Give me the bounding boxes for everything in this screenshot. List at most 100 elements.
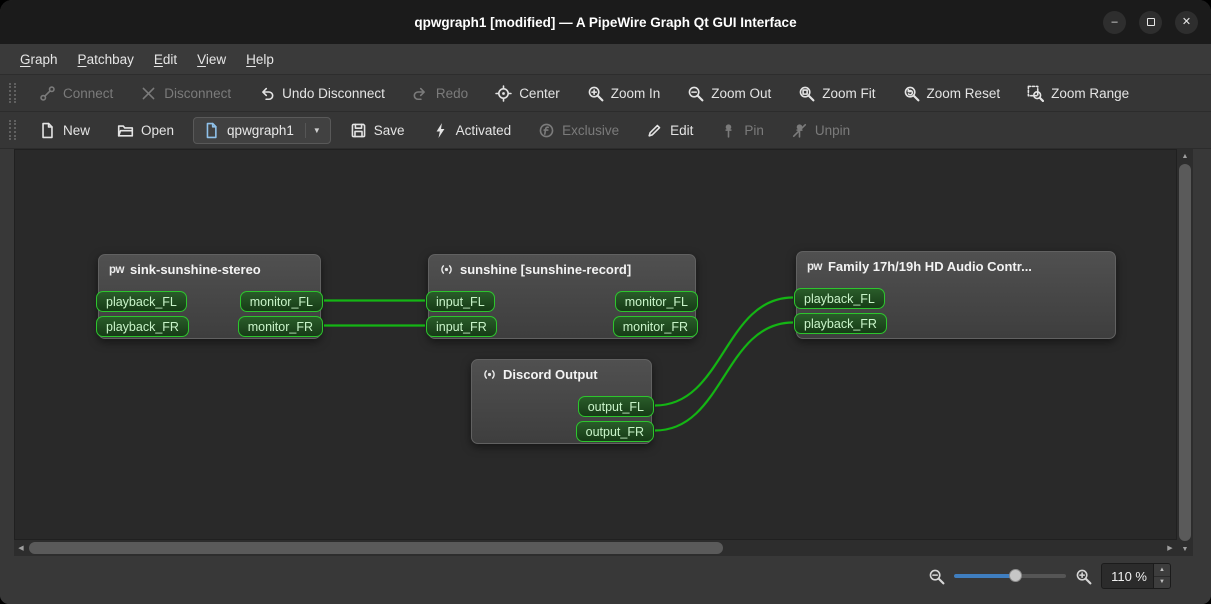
unpin-button[interactable]: Unpin — [783, 117, 858, 144]
edit-label: Edit — [670, 122, 694, 138]
toolbar-grip[interactable] — [9, 120, 16, 140]
audio-app-icon — [439, 262, 454, 277]
scroll-up-button[interactable]: ▲ — [1177, 149, 1193, 163]
zoom-fit-label: Zoom Fit — [822, 85, 876, 101]
node-title: Discord Output — [503, 367, 598, 382]
exclusive-label: Exclusive — [562, 122, 620, 138]
port-family-playback_FL[interactable]: playback_FL — [794, 288, 885, 309]
graph-node-sunshine[interactable]: sunshine [sunshine-record] input_FL input_… — [426, 254, 698, 339]
graph-node-sink[interactable]: pw sink-sunshine-stereo playback_FLplaybac… — [96, 254, 323, 339]
zoom-range-button[interactable]: Zoom Range — [1019, 80, 1137, 107]
connect-button[interactable]: Connect — [31, 80, 121, 107]
connection-wires — [323, 296, 794, 432]
chevron-down-icon: ▼ — [304, 122, 321, 138]
menu-edit[interactable]: Edit — [144, 48, 187, 71]
audio-app-icon — [482, 367, 497, 382]
graph-canvas[interactable]: pw sink-sunshine-stereo playback_FL playbac… — [14, 149, 1177, 540]
center-label: Center — [519, 85, 560, 101]
zoom-slider-handle[interactable] — [1009, 569, 1023, 582]
exclusive-button[interactable]: Exclusive — [530, 117, 627, 144]
undo-disconnect-button[interactable]: Undo Disconnect — [250, 80, 393, 107]
open-button[interactable]: Open — [109, 117, 182, 144]
zoom-fit-icon — [798, 85, 815, 102]
vertical-scrollbar[interactable]: ▲ ▼ — [1177, 149, 1193, 556]
new-label: New — [63, 122, 91, 138]
node-header: sunshine [sunshine-record] — [429, 255, 695, 277]
spin-down-button[interactable]: ▼ — [1154, 576, 1170, 588]
session-combo[interactable]: qpwgraph1 ▼ — [193, 116, 331, 144]
save-button[interactable]: Save — [342, 117, 413, 144]
pin-label: Pin — [744, 122, 764, 138]
port-sink-playback_FR[interactable]: playback_FR — [96, 316, 189, 337]
zoom-in-button[interactable]: Zoom In — [579, 80, 669, 107]
save-label: Save — [373, 122, 405, 138]
port-sunshine-input_FR[interactable]: input_FR — [426, 316, 497, 337]
port-sink-monitor_FL[interactable]: monitor_FL — [239, 291, 323, 312]
close-button[interactable]: ✕ — [1175, 10, 1198, 34]
redo-button[interactable]: Redo — [404, 80, 476, 107]
vertical-scroll-thumb[interactable] — [1179, 164, 1191, 541]
graph-node-discord[interactable]: Discord Output output_FL output_FR — [471, 359, 654, 444]
graph-node-family[interactable]: pw Family 17h/19h HD Audio Contr... playba… — [794, 251, 1116, 339]
window-controls: – ✕ — [1103, 0, 1198, 44]
port-sunshine-input_FL[interactable]: input_FL — [426, 291, 495, 312]
connect-icon — [39, 85, 56, 102]
toolbar-file: New Open qpwgraph1 ▼ Save Activated Exclusive E… — [0, 112, 1211, 149]
window-title: qpwgraph1 [modified] — A PipeWire Graph … — [414, 14, 797, 30]
zoom-reset-label: Zoom Reset — [926, 85, 1001, 101]
node-header: pw sink-sunshine-stereo — [99, 255, 320, 277]
port-sunshine-monitor_FL[interactable]: monitor_FL — [614, 291, 698, 312]
node-title: sink-sunshine-stereo — [129, 262, 261, 277]
qpwgraph-window: qpwgraph1 [modified] — A PipeWire Graph … — [0, 0, 1211, 604]
titlebar[interactable]: qpwgraph1 [modified] — A PipeWire Graph … — [0, 0, 1211, 44]
activated-label: Activated — [455, 122, 512, 138]
zoom-in-label: Zoom In — [610, 85, 661, 101]
scroll-right-button[interactable]: ▶ — [1163, 540, 1177, 556]
port-discord-output_FL[interactable]: output_FL — [577, 396, 654, 417]
port-sink-monitor_FR[interactable]: monitor_FR — [237, 316, 323, 337]
port-discord-output_FR[interactable]: output_FR — [575, 421, 654, 442]
new-button[interactable]: New — [31, 117, 98, 144]
menu-help[interactable]: Help — [236, 48, 284, 71]
zoom-out-icon — [687, 85, 704, 102]
port-sunshine-monitor_FR[interactable]: monitor_FR — [612, 316, 698, 337]
zoom-reset-button[interactable]: Zoom Reset — [895, 80, 1009, 107]
zoom-controls: 110 % ▲ ▼ — [928, 562, 1171, 590]
zoom-slider[interactable] — [954, 568, 1066, 584]
disconnect-button[interactable]: Disconnect — [132, 80, 239, 107]
activated-button[interactable]: Activated — [424, 117, 520, 144]
horizontal-scrollbar[interactable]: ◀ ▶ — [14, 540, 1177, 556]
center-button[interactable]: Center — [487, 80, 568, 107]
edit-button[interactable]: Edit — [638, 117, 701, 144]
pin-button[interactable]: Pin — [712, 117, 772, 144]
port-family-playback_FR[interactable]: playback_FR — [794, 313, 887, 334]
connect-label: Connect — [63, 85, 114, 101]
statusbar-zoom-out-icon[interactable] — [928, 568, 945, 585]
menu-patchbay[interactable]: Patchbay — [68, 48, 144, 71]
menu-graph[interactable]: Graph — [10, 48, 68, 71]
statusbar-zoom-in-icon[interactable] — [1075, 568, 1092, 585]
menu-mnemonic: G — [20, 51, 31, 67]
menu-mnemonic: P — [77, 51, 87, 67]
scroll-down-button[interactable]: ▼ — [1177, 542, 1193, 556]
open-label: Open — [141, 122, 175, 138]
port-sink-playback_FL[interactable]: playback_FL — [96, 291, 187, 312]
zoom-range-icon — [1027, 85, 1045, 102]
scroll-left-button[interactable]: ◀ — [14, 540, 28, 556]
zoom-range-label: Zoom Range — [1051, 85, 1130, 101]
zoom-out-button[interactable]: Zoom Out — [679, 80, 779, 107]
toolbar-grip[interactable] — [9, 83, 16, 103]
activated-icon — [432, 122, 449, 139]
zoom-fit-button[interactable]: Zoom Fit — [790, 80, 883, 107]
horizontal-scroll-thumb[interactable] — [29, 542, 723, 554]
minimize-button[interactable]: – — [1103, 10, 1126, 34]
zoom-spinbox[interactable]: 110 % ▲ ▼ — [1101, 563, 1171, 589]
exclusive-icon — [538, 122, 555, 139]
menu-mnemonic: V — [197, 51, 206, 67]
menu-view[interactable]: View — [187, 48, 236, 71]
zoom-slider-fill — [954, 574, 1016, 578]
spin-up-button[interactable]: ▲ — [1154, 564, 1170, 577]
minimize-icon: – — [1111, 15, 1118, 28]
maximize-button[interactable] — [1139, 10, 1162, 34]
session-combo-value: qpwgraph1 — [227, 122, 294, 138]
